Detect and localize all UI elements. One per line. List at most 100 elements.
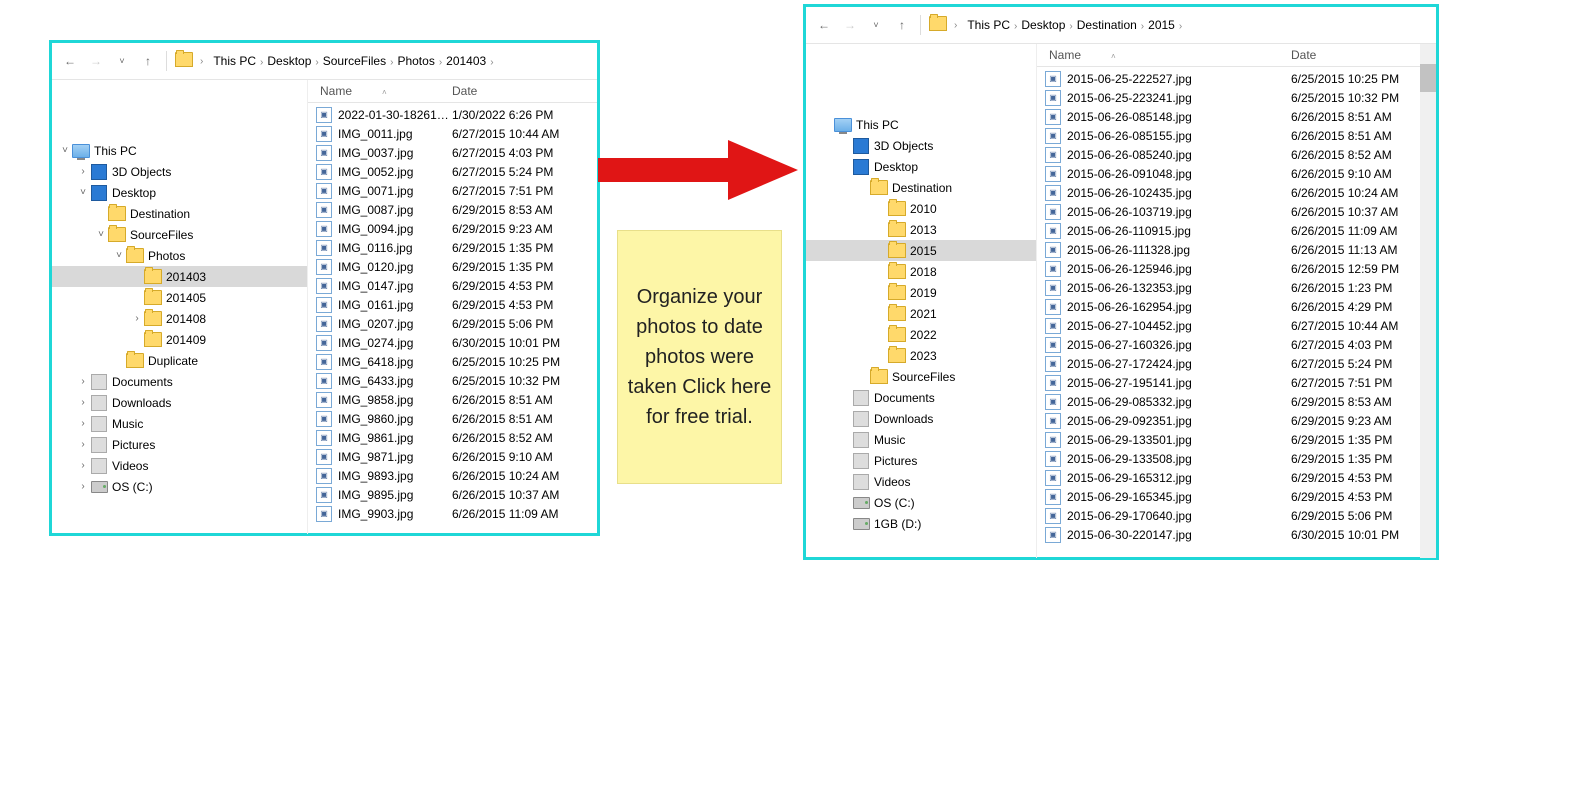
file-row[interactable]: ▣2015-06-26-102435.jpg6/26/2015 10:24 AM <box>1037 183 1436 202</box>
tree-item[interactable]: Downloads <box>806 408 1036 429</box>
tree-item[interactable]: 2018 <box>806 261 1036 282</box>
file-row[interactable]: ▣IMG_9861.jpg6/26/2015 8:52 AM <box>308 428 597 447</box>
breadcrumb-segment[interactable]: 201403 <box>443 52 489 70</box>
file-row[interactable]: ▣2015-06-25-222527.jpg6/25/2015 10:25 PM <box>1037 69 1436 88</box>
tree-item[interactable]: ˅SourceFiles <box>52 224 307 245</box>
tree-item[interactable]: 2013 <box>806 219 1036 240</box>
tree-item[interactable]: 2019 <box>806 282 1036 303</box>
tree-item[interactable]: 201405 <box>52 287 307 308</box>
tree-item[interactable]: ˅Photos <box>52 245 307 266</box>
scrollbar[interactable] <box>1420 44 1436 558</box>
file-row[interactable]: ▣2015-06-26-091048.jpg6/26/2015 9:10 AM <box>1037 164 1436 183</box>
breadcrumb[interactable]: This PC›Desktop›SourceFiles›Photos›20140… <box>210 54 494 68</box>
tree-item[interactable]: ›Documents <box>52 371 307 392</box>
tree-item[interactable]: Duplicate <box>52 350 307 371</box>
breadcrumb-segment[interactable]: Desktop <box>264 52 314 70</box>
file-row[interactable]: ▣2015-06-26-085240.jpg6/26/2015 8:52 AM <box>1037 145 1436 164</box>
chevron-down-icon[interactable]: ˅ <box>58 145 72 156</box>
tree-item[interactable]: ›201408 <box>52 308 307 329</box>
file-row[interactable]: ▣2015-06-29-133501.jpg6/29/2015 1:35 PM <box>1037 430 1436 449</box>
file-row[interactable]: ▣IMG_0011.jpg6/27/2015 10:44 AM <box>308 124 597 143</box>
file-row[interactable]: ▣IMG_0071.jpg6/27/2015 7:51 PM <box>308 181 597 200</box>
tree-item[interactable]: 1GB (D:) <box>806 513 1036 534</box>
tree-item[interactable]: 2023 <box>806 345 1036 366</box>
scrollbar-thumb[interactable] <box>1420 64 1436 92</box>
tree-item[interactable]: Desktop <box>806 156 1036 177</box>
file-row[interactable]: ▣IMG_9860.jpg6/26/2015 8:51 AM <box>308 409 597 428</box>
column-headers[interactable]: Name˄ Date <box>308 80 597 103</box>
tree-item[interactable]: ˅This PC <box>52 140 307 161</box>
tree-item[interactable]: ›OS (C:) <box>52 476 307 497</box>
nav-back-button[interactable]: ← <box>814 15 834 35</box>
file-row[interactable]: ▣2015-06-27-104452.jpg6/27/2015 10:44 AM <box>1037 316 1436 335</box>
tree-item[interactable]: ›3D Objects <box>52 161 307 182</box>
tree-item[interactable]: SourceFiles <box>806 366 1036 387</box>
nav-forward-button[interactable]: → <box>86 51 106 71</box>
file-row[interactable]: ▣2015-06-29-165345.jpg6/29/2015 4:53 PM <box>1037 487 1436 506</box>
column-headers[interactable]: Name˄ Date <box>1037 44 1436 67</box>
tree-item[interactable]: ›Downloads <box>52 392 307 413</box>
file-row[interactable]: ▣IMG_9858.jpg6/26/2015 8:51 AM <box>308 390 597 409</box>
file-row[interactable]: ▣2015-06-26-132353.jpg6/26/2015 1:23 PM <box>1037 278 1436 297</box>
file-row[interactable]: ▣IMG_0094.jpg6/29/2015 9:23 AM <box>308 219 597 238</box>
tree-item[interactable]: 2010 <box>806 198 1036 219</box>
nav-up-button[interactable]: ↑ <box>892 15 912 35</box>
breadcrumb-segment[interactable]: Destination <box>1074 16 1140 34</box>
file-row[interactable]: ▣2015-06-27-195141.jpg6/27/2015 7:51 PM <box>1037 373 1436 392</box>
file-row[interactable]: ▣IMG_0087.jpg6/29/2015 8:53 AM <box>308 200 597 219</box>
file-row[interactable]: ▣IMG_6418.jpg6/25/2015 10:25 PM <box>308 352 597 371</box>
breadcrumb-segment[interactable]: 2015 <box>1145 16 1178 34</box>
file-row[interactable]: ▣IMG_0120.jpg6/29/2015 1:35 PM <box>308 257 597 276</box>
nav-recent-dropdown[interactable]: ˅ <box>866 15 886 35</box>
tree-item[interactable]: Destination <box>806 177 1036 198</box>
tree-item[interactable]: 2021 <box>806 303 1036 324</box>
column-name[interactable]: Name˄ <box>316 84 452 98</box>
tree-item[interactable]: This PC <box>806 114 1036 135</box>
breadcrumb-segment[interactable]: This PC <box>964 16 1013 34</box>
chevron-right-icon[interactable]: › <box>76 439 90 450</box>
file-row[interactable]: ▣IMG_0052.jpg6/27/2015 5:24 PM <box>308 162 597 181</box>
file-row[interactable]: ▣2015-06-29-170640.jpg6/29/2015 5:06 PM <box>1037 506 1436 525</box>
breadcrumb-segment[interactable]: SourceFiles <box>320 52 389 70</box>
chevron-right-icon[interactable]: › <box>76 166 90 177</box>
file-row[interactable]: ▣IMG_9893.jpg6/26/2015 10:24 AM <box>308 466 597 485</box>
file-row[interactable]: ▣2015-06-29-085332.jpg6/29/2015 8:53 AM <box>1037 392 1436 411</box>
file-row[interactable]: ▣2015-06-27-160326.jpg6/27/2015 4:03 PM <box>1037 335 1436 354</box>
folder-tree[interactable]: ˅This PC›3D Objects˅DesktopDestination˅S… <box>52 80 307 534</box>
file-row[interactable]: ▣IMG_0274.jpg6/30/2015 10:01 PM <box>308 333 597 352</box>
file-row[interactable]: ▣2015-06-26-125946.jpg6/26/2015 12:59 PM <box>1037 259 1436 278</box>
chevron-right-icon[interactable]: › <box>76 460 90 471</box>
column-date[interactable]: Date <box>452 84 597 98</box>
file-row[interactable]: ▣2015-06-27-172424.jpg6/27/2015 5:24 PM <box>1037 354 1436 373</box>
file-row[interactable]: ▣2015-06-26-103719.jpg6/26/2015 10:37 AM <box>1037 202 1436 221</box>
file-row[interactable]: ▣IMG_0147.jpg6/29/2015 4:53 PM <box>308 276 597 295</box>
file-row[interactable]: ▣IMG_9871.jpg6/26/2015 9:10 AM <box>308 447 597 466</box>
tree-item[interactable]: 201403 <box>52 266 307 287</box>
tree-item[interactable]: OS (C:) <box>806 492 1036 513</box>
tree-item[interactable]: ›Videos <box>52 455 307 476</box>
tree-item[interactable]: Videos <box>806 471 1036 492</box>
file-row[interactable]: ▣2015-06-30-220147.jpg6/30/2015 10:01 PM <box>1037 525 1436 544</box>
chevron-down-icon[interactable]: ˅ <box>76 187 90 198</box>
column-date[interactable]: Date <box>1291 48 1436 62</box>
file-row[interactable]: ▣2015-06-26-085148.jpg6/26/2015 8:51 AM <box>1037 107 1436 126</box>
nav-up-button[interactable]: ↑ <box>138 51 158 71</box>
chevron-right-icon[interactable]: › <box>76 418 90 429</box>
breadcrumb-segment[interactable]: Desktop <box>1018 16 1068 34</box>
nav-forward-button[interactable]: → <box>840 15 860 35</box>
tree-item[interactable]: Documents <box>806 387 1036 408</box>
tree-item[interactable]: ›Music <box>52 413 307 434</box>
breadcrumb-segment[interactable]: This PC <box>210 52 259 70</box>
tree-item[interactable]: Music <box>806 429 1036 450</box>
nav-back-button[interactable]: ← <box>60 51 80 71</box>
chevron-down-icon[interactable]: ˅ <box>112 250 126 261</box>
column-name[interactable]: Name˄ <box>1045 48 1291 62</box>
tree-item[interactable]: 2015 <box>806 240 1036 261</box>
file-row[interactable]: ▣IMG_0161.jpg6/29/2015 4:53 PM <box>308 295 597 314</box>
file-row[interactable]: ▣IMG_9895.jpg6/26/2015 10:37 AM <box>308 485 597 504</box>
file-row[interactable]: ▣IMG_9903.jpg6/26/2015 11:09 AM <box>308 504 597 523</box>
file-row[interactable]: ▣2015-06-29-165312.jpg6/29/2015 4:53 PM <box>1037 468 1436 487</box>
tree-item[interactable]: 201409 <box>52 329 307 350</box>
file-row[interactable]: ▣2015-06-29-092351.jpg6/29/2015 9:23 AM <box>1037 411 1436 430</box>
chevron-right-icon[interactable]: › <box>76 481 90 492</box>
